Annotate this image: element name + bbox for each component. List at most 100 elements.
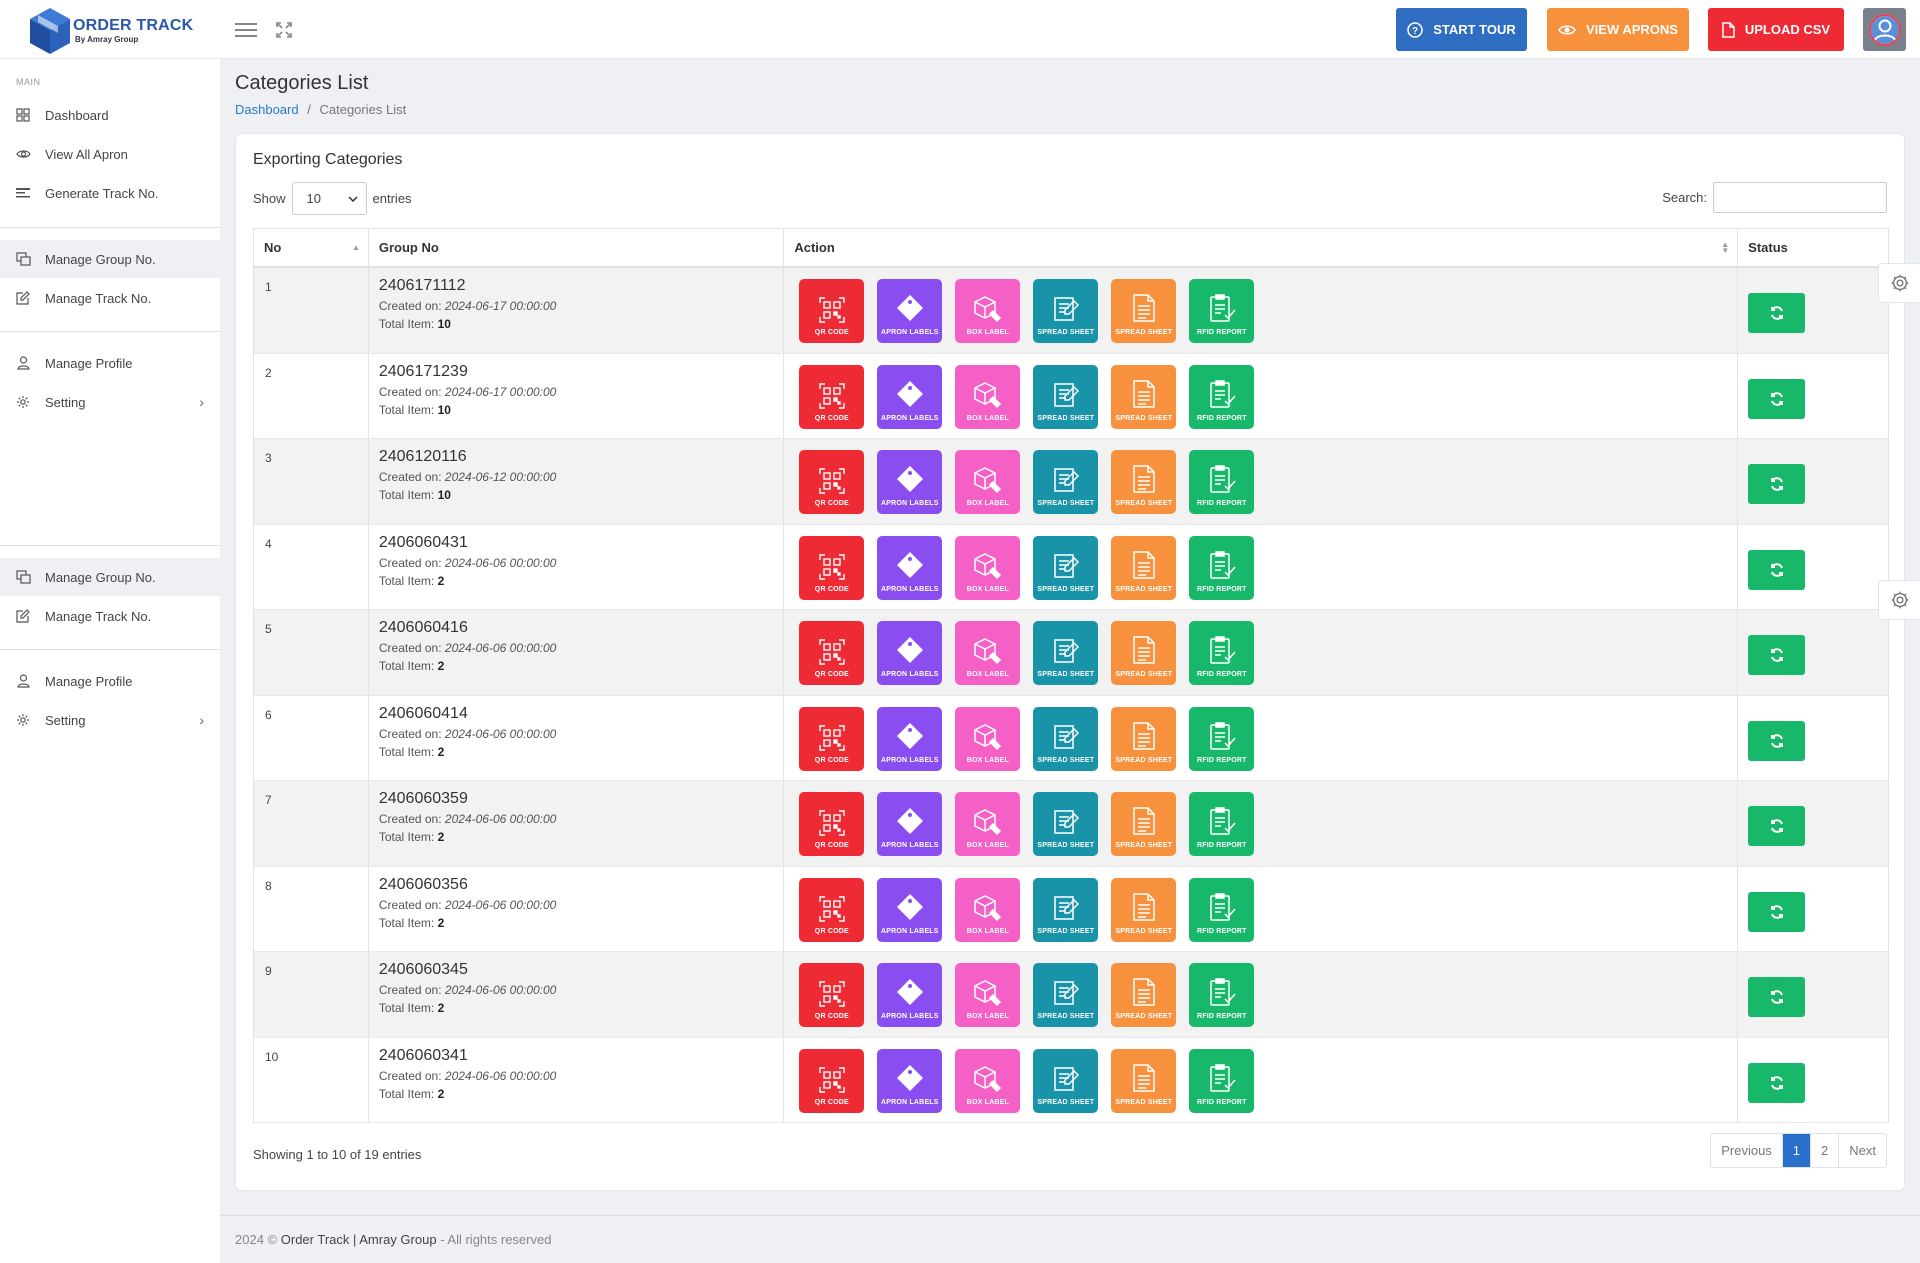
sidebar-item-manage-track[interactable]: Manage Track No. [0,279,220,317]
action-button-3[interactable]: SPREAD SHEET [1033,364,1099,429]
status-refresh-button[interactable] [1748,977,1806,1017]
action-button-0[interactable]: QR CODE [799,535,865,600]
action-button-2[interactable]: BOX LABEL [955,364,1021,429]
sidebar-item-dashboard[interactable]: Dashboard [0,96,220,134]
action-button-3[interactable]: SPREAD SHEET [1033,706,1099,771]
sidebar-item-generate-track[interactable]: Generate Track No. [0,174,220,212]
action-button-1[interactable]: APRON LABELS [877,1048,943,1113]
pagination-previous[interactable]: Previous [1711,1134,1783,1167]
action-button-1[interactable]: APRON LABELS [877,963,943,1027]
action-button-3[interactable]: SPREAD SHEET [1033,877,1099,942]
action-button-0[interactable]: QR CODE [799,706,865,771]
sidebar-item-setting[interactable]: Setting › [0,383,220,421]
pagination-page-1[interactable]: 1 [1782,1134,1812,1167]
status-refresh-button[interactable] [1748,293,1806,333]
settings-panel-toggle-2[interactable] [1878,580,1920,620]
pagination-page-2[interactable]: 2 [1811,1134,1840,1167]
action-button-2[interactable]: BOX LABEL [955,1048,1021,1113]
action-button-4[interactable]: SPREAD SHEET [1111,1048,1177,1113]
user-avatar[interactable] [1863,8,1906,51]
action-button-4[interactable]: SPREAD SHEET [1111,364,1177,429]
action-button-3[interactable]: SPREAD SHEET [1033,963,1099,1027]
action-button-5[interactable]: RFID REPORT [1189,279,1255,343]
status-refresh-button[interactable] [1748,720,1806,761]
action-button-5[interactable]: RFID REPORT [1189,535,1255,600]
action-button-4[interactable]: SPREAD SHEET [1111,706,1177,771]
action-button-5[interactable]: RFID REPORT [1189,877,1255,942]
action-button-0[interactable]: QR CODE [799,877,865,942]
sidebar-item-manage-group[interactable]: Manage Group No. [0,240,220,278]
menu-toggle-icon[interactable] [233,17,259,43]
start-tour-button[interactable]: ? START TOUR [1396,8,1527,51]
action-button-5[interactable]: RFID REPORT [1189,621,1255,685]
sidebar-item-manage-group-2[interactable]: Manage Group No. [0,558,220,596]
action-button-1[interactable]: APRON LABELS [877,450,943,514]
status-refresh-button[interactable] [1748,549,1806,590]
pagination-next[interactable]: Next [1839,1134,1886,1167]
sidebar-item-view-all-apron[interactable]: View All Apron [0,135,220,173]
action-button-2[interactable]: BOX LABEL [955,963,1021,1027]
status-refresh-button[interactable] [1748,635,1806,675]
action-button-0[interactable]: QR CODE [799,364,865,429]
status-refresh-button[interactable] [1748,891,1806,932]
action-button-5[interactable]: RFID REPORT [1189,1048,1255,1113]
action-button-0[interactable]: QR CODE [799,279,865,343]
action-button-3[interactable]: SPREAD SHEET [1033,792,1099,856]
view-aprons-button[interactable]: VIEW APRONS [1547,8,1689,51]
action-button-2[interactable]: BOX LABEL [955,535,1021,600]
entries-select[interactable]: 10 [291,182,367,215]
action-button-0[interactable]: QR CODE [799,1048,865,1113]
status-refresh-button[interactable] [1748,464,1806,504]
sidebar-item-manage-profile-2[interactable]: Manage Profile [0,662,220,700]
status-refresh-button[interactable] [1748,806,1806,846]
action-button-1[interactable]: APRON LABELS [877,279,943,343]
action-button-4[interactable]: SPREAD SHEET [1111,792,1177,856]
header-action[interactable]: Action ▲ ▼ [784,229,1739,266]
breadcrumb-home-link[interactable]: Dashboard [235,102,299,117]
sidebar-item-manage-profile[interactable]: Manage Profile [0,344,220,382]
sidebar-item-manage-track-2[interactable]: Manage Track No. [0,597,220,635]
action-button-5[interactable]: RFID REPORT [1189,450,1255,514]
action-button-2[interactable]: BOX LABEL [955,279,1021,343]
action-button-4[interactable]: SPREAD SHEET [1111,279,1177,343]
action-button-4[interactable]: SPREAD SHEET [1111,535,1177,600]
action-button-3[interactable]: SPREAD SHEET [1033,621,1099,685]
status-refresh-button[interactable] [1748,378,1806,419]
status-refresh-button[interactable] [1748,1062,1806,1103]
action-button-2[interactable]: BOX LABEL [955,877,1021,942]
action-button-5[interactable]: RFID REPORT [1189,364,1255,429]
action-button-5[interactable]: RFID REPORT [1189,792,1255,856]
action-button-5[interactable]: RFID REPORT [1189,706,1255,771]
header-status[interactable]: Status [1738,229,1888,266]
search-input[interactable] [1713,182,1887,213]
upload-csv-button[interactable]: UPLOAD CSV [1708,8,1844,51]
action-button-4[interactable]: SPREAD SHEET [1111,877,1177,942]
action-button-4[interactable]: SPREAD SHEET [1111,450,1177,514]
action-button-1[interactable]: APRON LABELS [877,877,943,942]
action-button-1[interactable]: APRON LABELS [877,621,943,685]
sidebar-item-setting-2[interactable]: Setting › [0,701,220,739]
action-button-3[interactable]: SPREAD SHEET [1033,450,1099,514]
action-button-2[interactable]: BOX LABEL [955,706,1021,771]
action-button-3[interactable]: SPREAD SHEET [1033,279,1099,343]
action-button-3[interactable]: SPREAD SHEET [1033,1048,1099,1113]
header-group-no[interactable]: Group No [369,229,785,266]
settings-panel-toggle[interactable] [1878,263,1920,303]
action-button-5[interactable]: RFID REPORT [1189,963,1255,1027]
action-button-1[interactable]: APRON LABELS [877,792,943,856]
action-button-0[interactable]: QR CODE [799,963,865,1027]
action-button-2[interactable]: BOX LABEL [955,792,1021,856]
action-button-3[interactable]: SPREAD SHEET [1033,535,1099,600]
action-button-2[interactable]: BOX LABEL [955,450,1021,514]
action-button-4[interactable]: SPREAD SHEET [1111,621,1177,685]
action-button-2[interactable]: BOX LABEL [955,621,1021,685]
action-button-1[interactable]: APRON LABELS [877,364,943,429]
action-button-4[interactable]: SPREAD SHEET [1111,963,1177,1027]
action-button-0[interactable]: QR CODE [799,792,865,856]
action-button-1[interactable]: APRON LABELS [877,706,943,771]
fullscreen-icon[interactable] [271,17,297,43]
action-button-0[interactable]: QR CODE [799,621,865,685]
action-button-1[interactable]: APRON LABELS [877,535,943,600]
logo[interactable]: ORDER TRACK By Amray Group [28,6,228,56]
header-no[interactable]: No ▲ [254,229,369,266]
